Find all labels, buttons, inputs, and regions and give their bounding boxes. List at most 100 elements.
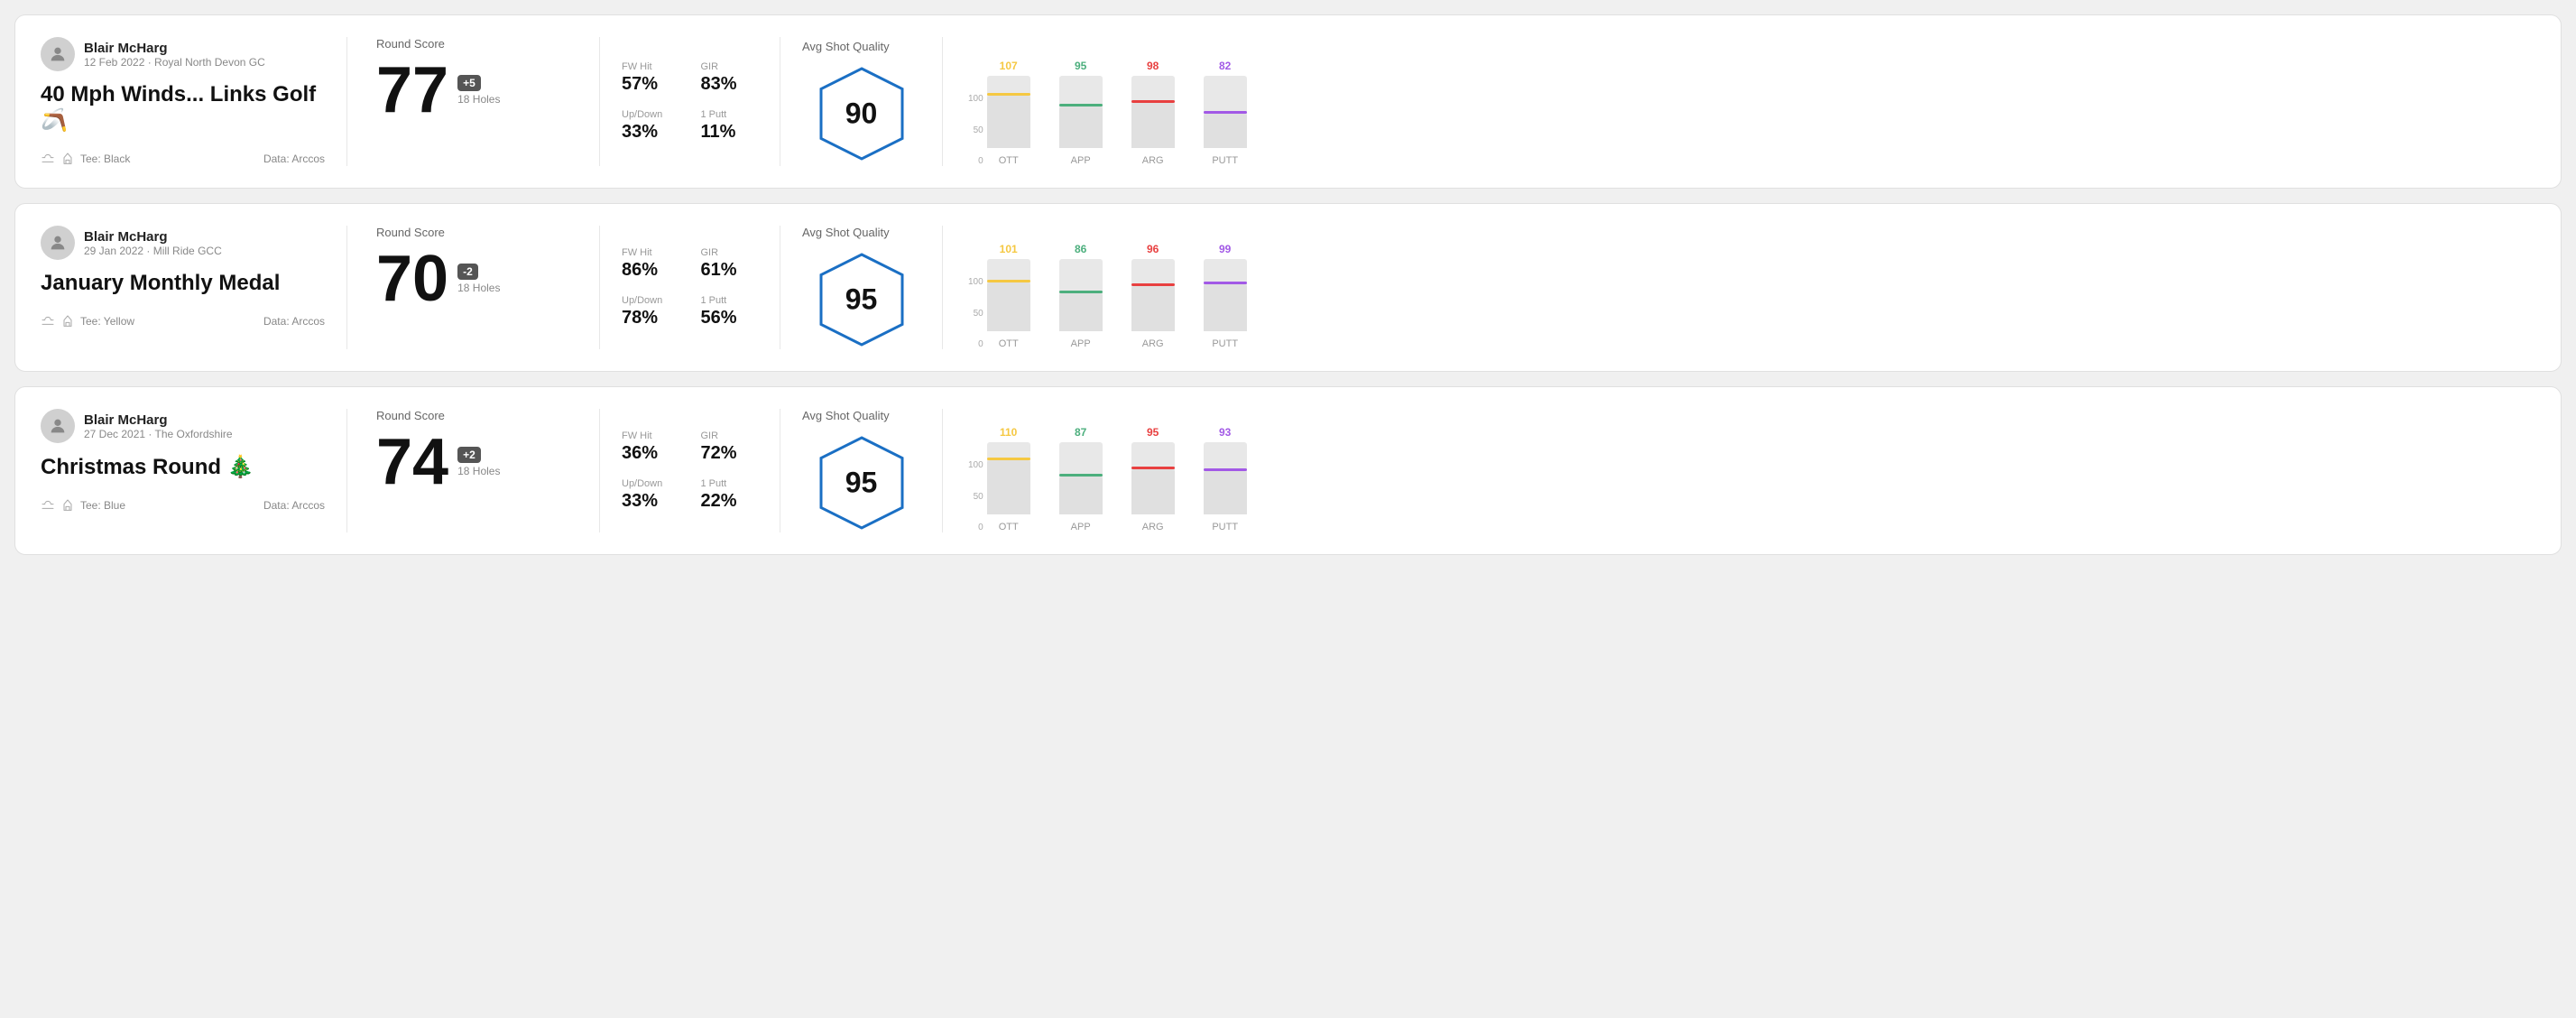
stat-gir-label: GIR — [701, 430, 759, 441]
bar-top-value: 86 — [1075, 243, 1086, 255]
stat-oneputt-value: 11% — [701, 122, 759, 143]
stat-oneputt-label: 1 Putt — [701, 295, 759, 306]
score-badge: +2 — [457, 447, 481, 463]
bar-group-ott: 107OTT — [987, 60, 1030, 166]
bar-label: OTT — [999, 338, 1019, 349]
score-row: 74 +218 Holes — [376, 430, 570, 495]
left-section: Blair McHarg27 Dec 2021 · The Oxfordshir… — [41, 409, 347, 532]
bar-line — [1131, 100, 1175, 103]
data-source: Data: Arccos — [263, 315, 325, 328]
bar-container — [1059, 76, 1103, 148]
bar-container — [1131, 442, 1175, 514]
bar-group-putt: 93PUTT — [1204, 426, 1247, 532]
stat-oneputt: 1 Putt22% — [701, 478, 759, 512]
avatar — [41, 226, 75, 260]
stat-fw-hit-value: 57% — [622, 74, 679, 95]
score-badge: -2 — [457, 264, 478, 280]
stat-updown-value: 78% — [622, 308, 679, 329]
bar-label: ARG — [1142, 522, 1164, 532]
stat-gir-label: GIR — [701, 247, 759, 258]
bar-line — [1204, 282, 1247, 284]
hexagon: 95 — [817, 250, 907, 349]
user-name: Blair McHarg — [84, 229, 222, 245]
bar-line — [1204, 111, 1247, 114]
bottom-meta: Tee: Yellow Data: Arccos — [41, 314, 325, 329]
avatar — [41, 37, 75, 71]
user-name: Blair McHarg — [84, 41, 265, 56]
bag-icon — [60, 498, 75, 513]
bar-line — [1059, 474, 1103, 477]
bar-group-putt: 99PUTT — [1204, 243, 1247, 349]
bar-chart: 107OTT95APP98ARG82PUTT — [987, 58, 1247, 166]
bar-label: ARG — [1142, 338, 1164, 349]
quality-score: 90 — [845, 97, 878, 131]
hexagon-wrap: 90 — [817, 64, 907, 163]
avatar — [41, 409, 75, 443]
tee-info: Tee: Blue — [41, 498, 125, 513]
bar-label: PUTT — [1212, 338, 1238, 349]
y-axis: 100500 — [968, 277, 983, 349]
big-score: 74 — [376, 430, 448, 495]
holes-label: 18 Holes — [457, 93, 500, 106]
bar-fill — [987, 460, 1030, 514]
user-row: Blair McHarg27 Dec 2021 · The Oxfordshir… — [41, 409, 325, 443]
y-axis: 100500 — [968, 460, 983, 532]
bar-container — [987, 442, 1030, 514]
stat-gir: GIR 61% — [701, 247, 759, 281]
round-card-1: Blair McHarg12 Feb 2022 · Royal North De… — [14, 14, 2562, 189]
quality-label: Avg Shot Quality — [802, 40, 890, 53]
bar-top-value: 87 — [1075, 426, 1086, 439]
score-row: 70-218 Holes — [376, 246, 570, 311]
user-date: 29 Jan 2022 · Mill Ride GCC — [84, 245, 222, 257]
left-section: Blair McHarg29 Jan 2022 · Mill Ride GCCJ… — [41, 226, 347, 349]
stat-gir-value: 61% — [701, 260, 759, 281]
user-date: 27 Dec 2021 · The Oxfordshire — [84, 428, 233, 440]
quality-section: Avg Shot Quality 95 — [780, 409, 943, 532]
stat-oneputt-label: 1 Putt — [701, 109, 759, 120]
y-axis-label: 100 — [968, 94, 983, 104]
bar-top-value: 93 — [1219, 426, 1231, 439]
quality-label: Avg Shot Quality — [802, 226, 890, 239]
score-label: Round Score — [376, 409, 570, 422]
bar-group-arg: 96ARG — [1131, 243, 1175, 349]
stat-updown-label: Up/Down — [622, 109, 679, 120]
bar-container — [1131, 76, 1175, 148]
y-axis-label: 0 — [968, 339, 983, 349]
score-section: Round Score 74 +218 Holes — [347, 409, 600, 532]
stats-section: FW Hit57%GIR83%Up/Down33%1 Putt11% — [600, 37, 780, 166]
data-source: Data: Arccos — [263, 499, 325, 512]
bar-line — [987, 280, 1030, 282]
chart-inner: 100500107OTT95APP98ARG82PUTT — [968, 58, 2535, 166]
holes-label: 18 Holes — [457, 282, 500, 294]
bar-chart: 101OTT86APP96ARG99PUTT — [987, 241, 1247, 349]
bar-container — [1204, 259, 1247, 331]
bar-label: ARG — [1142, 155, 1164, 166]
bar-top-value: 95 — [1075, 60, 1086, 72]
weather-icon — [41, 314, 55, 329]
bar-line — [1204, 468, 1247, 471]
stat-gir: GIR 72% — [701, 430, 759, 464]
bar-fill — [1204, 471, 1247, 514]
user-row: Blair McHarg12 Feb 2022 · Royal North De… — [41, 37, 325, 71]
stats-grid: FW Hit57%GIR83%Up/Down33%1 Putt11% — [622, 61, 758, 143]
bar-group-arg: 98ARG — [1131, 60, 1175, 166]
stat-fw-hit: FW Hit57% — [622, 61, 679, 95]
stat-updown: Up/Down78% — [622, 295, 679, 329]
bar-line — [1059, 291, 1103, 293]
bar-fill — [1059, 477, 1103, 514]
chart-section: 100500110OTT87APP95ARG93PUTT — [943, 409, 2535, 532]
bar-label: APP — [1071, 338, 1091, 349]
bar-container — [1059, 442, 1103, 514]
bar-line — [1131, 283, 1175, 286]
stat-fw-hit-value: 86% — [622, 260, 679, 281]
score-meta: +218 Holes — [457, 447, 500, 477]
stat-gir-label: GIR — [701, 61, 759, 72]
bar-fill — [987, 96, 1030, 148]
bag-icon — [60, 152, 75, 166]
tee-label: Tee: Blue — [80, 499, 125, 512]
stat-fw-hit-value: 36% — [622, 443, 679, 464]
left-section: Blair McHarg12 Feb 2022 · Royal North De… — [41, 37, 347, 166]
bar-group-app: 87APP — [1059, 426, 1103, 532]
stat-gir-value: 72% — [701, 443, 759, 464]
round-title: Christmas Round 🎄 — [41, 454, 325, 480]
